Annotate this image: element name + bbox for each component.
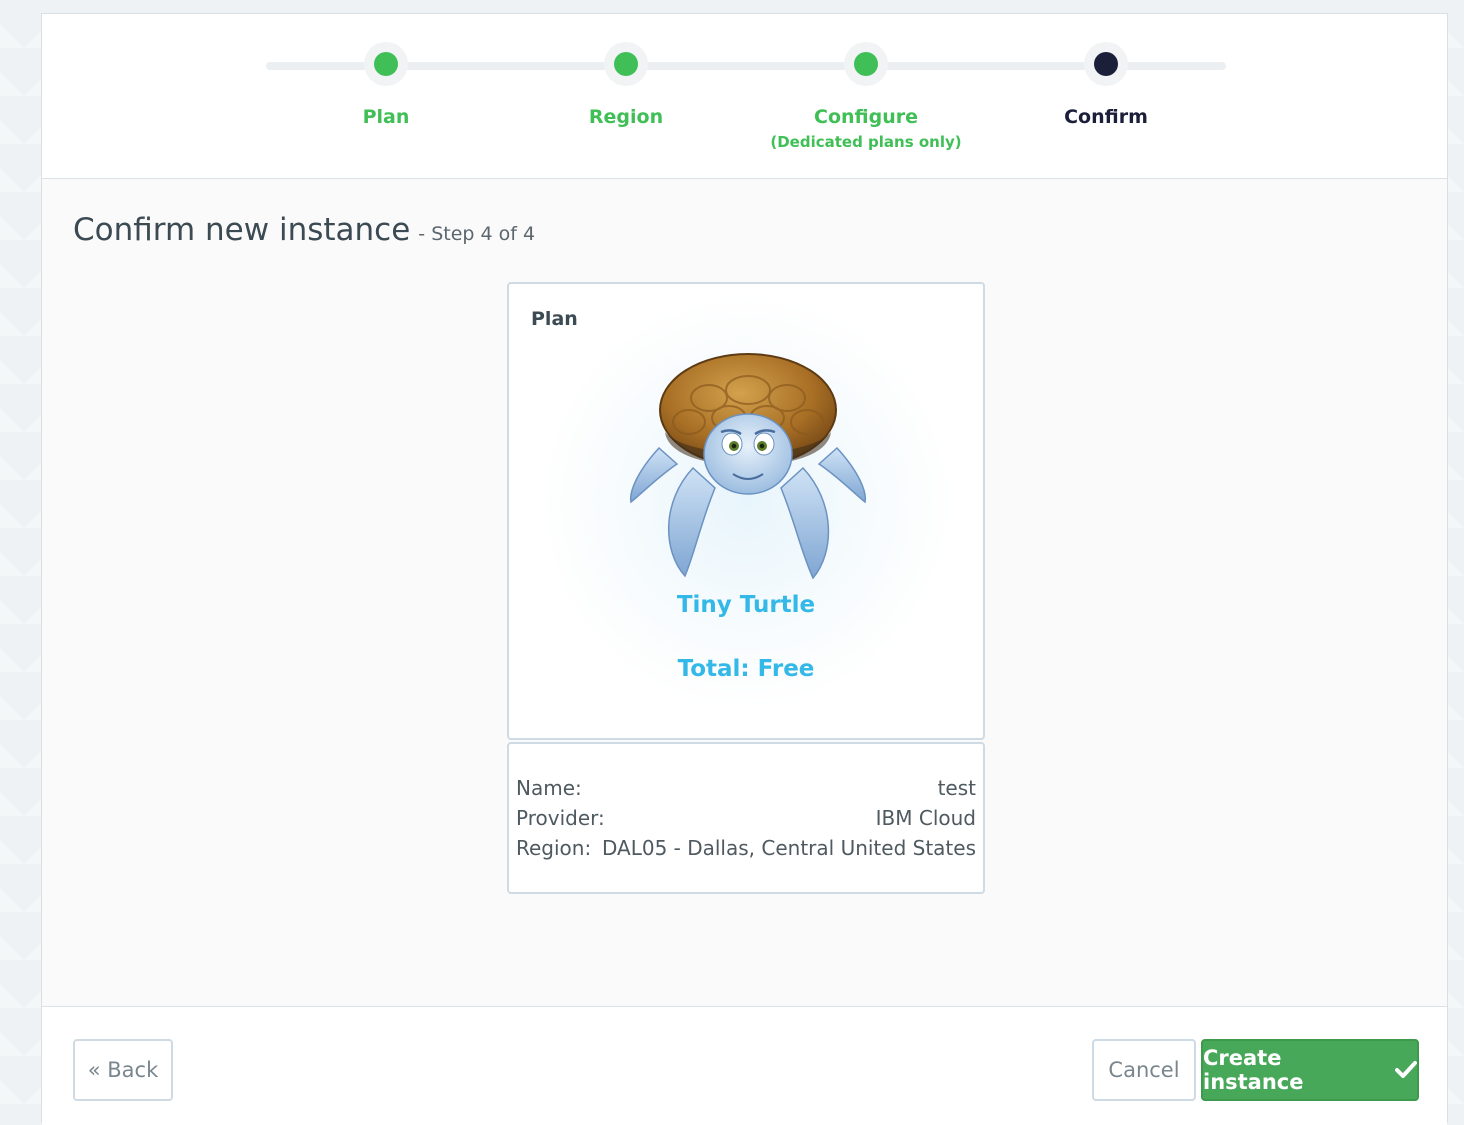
step-configure-label: Configure: [814, 106, 918, 128]
step-configure-sublabel: (Dedicated plans only): [770, 133, 962, 151]
detail-value: DAL05 - Dallas, Central United States: [601, 836, 976, 860]
step-region[interactable]: Region: [516, 42, 736, 128]
plan-summary-card: Plan Tiny Turtle Total: Free: [507, 282, 985, 740]
step-complete-dot: [374, 52, 398, 76]
turtle-mascot-image: [629, 352, 867, 580]
cancel-button[interactable]: Cancel: [1092, 1039, 1196, 1101]
wizard-stepper: Plan Region Configure (Dedicated plans o…: [42, 14, 1447, 179]
detail-row-provider: Provider: IBM Cloud: [516, 806, 976, 836]
step-confirm: Confirm: [996, 42, 1216, 128]
step-confirm-indicator: [1084, 42, 1128, 86]
step-region-indicator: [604, 42, 648, 86]
plan-total-price: Total: Free: [677, 656, 815, 682]
instance-details-card: Name: test Provider: IBM Cloud Region: D…: [507, 742, 985, 894]
detail-value: IBM Cloud: [875, 806, 976, 830]
back-button[interactable]: « Back: [73, 1039, 173, 1101]
detail-row-name: Name: test: [516, 776, 976, 806]
step-plan-indicator: [364, 42, 408, 86]
page-title: Confirm new instance - Step 4 of 4: [73, 212, 535, 248]
step-complete-dot: [854, 52, 878, 76]
page-title-step: - Step 4 of 4: [418, 223, 536, 245]
detail-label: Region:: [516, 836, 592, 860]
step-complete-dot: [614, 52, 638, 76]
step-confirm-label: Confirm: [1064, 106, 1148, 128]
detail-label: Name:: [516, 776, 582, 800]
create-instance-button[interactable]: Create instance: [1201, 1039, 1419, 1101]
page-title-main: Confirm new instance: [73, 212, 411, 248]
step-configure-indicator: [844, 42, 888, 86]
check-icon: [1395, 1060, 1417, 1080]
step-configure[interactable]: Configure (Dedicated plans only): [756, 42, 976, 151]
create-instance-label: Create instance: [1203, 1046, 1304, 1094]
plan-name: Tiny Turtle: [676, 592, 816, 618]
step-region-label: Region: [588, 106, 664, 128]
step-current-dot: [1094, 52, 1118, 76]
detail-row-region: Region: DAL05 - Dallas, Central United S…: [516, 836, 976, 866]
create-instance-panel: Plan Region Configure (Dedicated plans o…: [41, 13, 1448, 1125]
detail-value: test: [937, 776, 976, 800]
step-plan[interactable]: Plan: [276, 42, 496, 128]
wizard-footer: « Back Cancel Create instance: [42, 1006, 1447, 1125]
plan-card-title: Plan: [531, 308, 578, 330]
detail-label: Provider:: [516, 806, 605, 830]
step-plan-label: Plan: [362, 106, 410, 128]
